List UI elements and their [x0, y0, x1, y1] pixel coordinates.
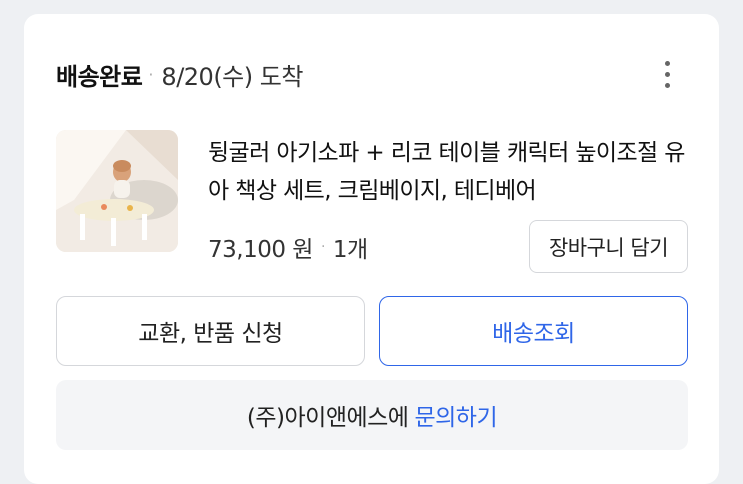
order-actions: 교환, 반품 신청 배송조회 — [56, 296, 688, 366]
delivery-status: 배송완료 — [56, 62, 143, 91]
arrival-date: 8/20(수) 도착 — [161, 62, 303, 91]
product-title[interactable]: 뒹굴러 아기소파 + 리코 테이블 캐릭터 높이조절 유아 책상 세트, 크림베… — [208, 134, 688, 210]
price-row: 73,100 원 · 1개 — [208, 230, 368, 264]
track-delivery-button[interactable]: 배송조회 — [379, 296, 688, 366]
order-card: 배송완료 · 8/20(수) 도착 뒹굴러 아기소파 + 리코 테이블 캐릭터 … — [24, 14, 719, 484]
inquiry-link[interactable]: 문의하기 — [414, 398, 497, 432]
product-row: 뒹굴러 아기소파 + 리코 테이블 캐릭터 높이조절 유아 책상 세트, 크림베… — [56, 130, 688, 280]
more-vertical-icon[interactable] — [655, 56, 679, 92]
exchange-return-button[interactable]: 교환, 반품 신청 — [56, 296, 365, 366]
product-thumbnail[interactable] — [56, 130, 178, 252]
separator-dot: · — [148, 64, 154, 84]
seller-inquiry: (주)아이앤에스에 문의하기 — [56, 380, 688, 450]
add-to-cart-button[interactable]: 장바구니 담기 — [529, 220, 688, 273]
separator-dot: · — [320, 239, 325, 255]
product-quantity: 1개 — [332, 237, 368, 263]
product-price: 73,100 원 — [208, 237, 313, 263]
seller-name: (주)아이앤에스에 — [246, 405, 409, 431]
order-header: 배송완료 · 8/20(수) 도착 — [56, 56, 679, 92]
